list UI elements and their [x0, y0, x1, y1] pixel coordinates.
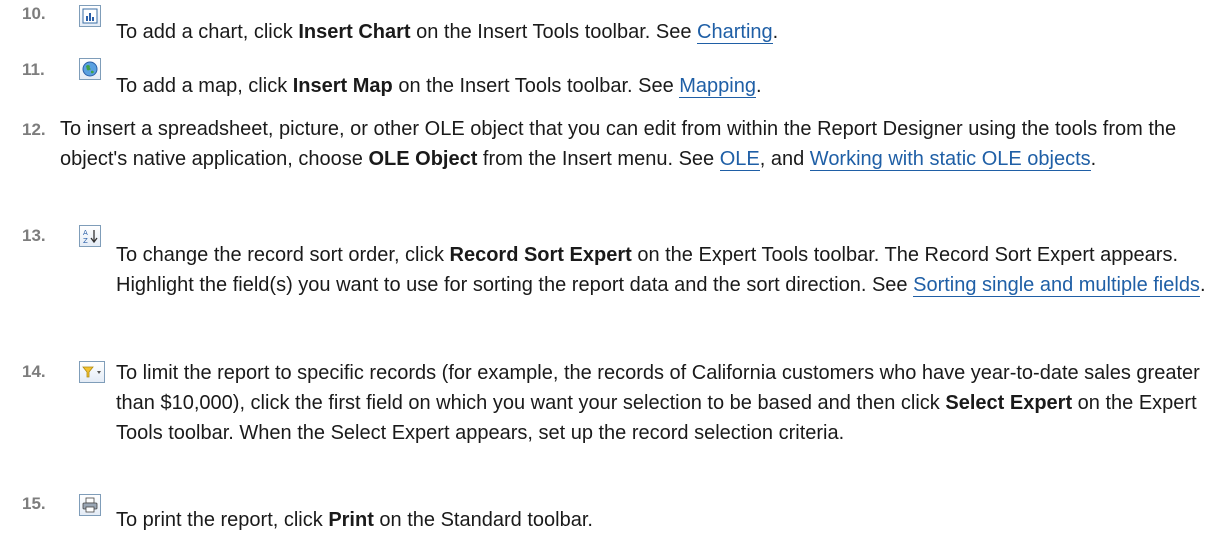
step-15: 15. To print the report, click Print on …: [0, 490, 1232, 539]
charting-link[interactable]: Charting: [697, 21, 773, 44]
step-number: 13.: [22, 226, 46, 245]
svg-text:A: A: [83, 229, 88, 237]
step-12: 12. To insert a spreadsheet, picture, or…: [0, 111, 1232, 211]
step-text: To change the record sort order, click R…: [116, 244, 1206, 297]
step-text: To limit the report to specific records …: [116, 362, 1200, 444]
step-text: To add a map, click Insert Map on the In…: [116, 75, 762, 98]
step-number: 11.: [22, 60, 45, 79]
step-11: 11. To add a map, click Insert Map on th…: [0, 56, 1232, 106]
step-14: 14. To limit the report to specific reco…: [0, 356, 1232, 476]
working-with-static-ole-objects-link[interactable]: Working with static OLE objects: [809, 148, 1091, 171]
sort-az-icon: A Z: [79, 225, 101, 247]
step-10: 10. To add a chart, click Insert Chart o…: [0, 0, 1232, 50]
step-number: 12.: [22, 120, 46, 139]
print-icon: [79, 494, 101, 516]
svg-text:Z: Z: [83, 237, 88, 245]
ole-link[interactable]: OLE: [719, 148, 760, 171]
step-text: To add a chart, click Insert Chart on th…: [116, 21, 779, 44]
step-13: 13. A Z To change the record sort order,…: [0, 222, 1232, 342]
step-number: 14.: [22, 362, 46, 381]
insert-chart-icon: [79, 5, 101, 27]
mapping-link[interactable]: Mapping: [679, 75, 756, 98]
sorting-single-and-multiple-fields-link[interactable]: Sorting single and multiple fields: [913, 274, 1200, 297]
step-text: To insert a spreadsheet, picture, or oth…: [60, 118, 1177, 171]
step-number: 15.: [22, 494, 46, 513]
select-expert-filter-icon: [79, 361, 105, 383]
step-number: 10.: [22, 4, 46, 23]
step-text: To print the report, click Print on the …: [116, 509, 593, 531]
insert-map-icon: [79, 58, 101, 80]
